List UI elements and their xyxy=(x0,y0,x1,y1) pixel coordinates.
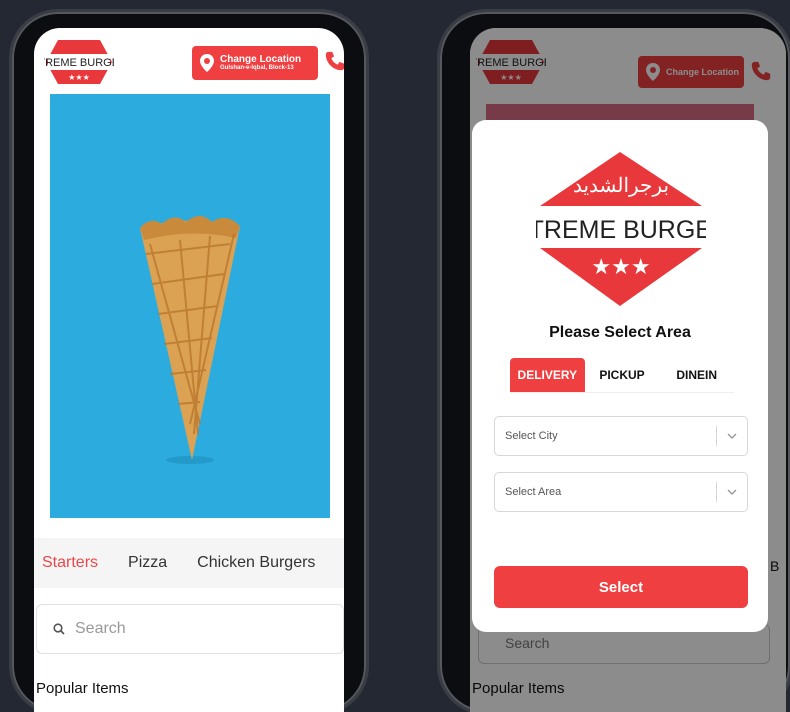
current-location-text: Gulshan-e-Iqbal, Block-13 xyxy=(220,65,294,72)
change-location-label: Change Location xyxy=(220,54,302,66)
xtreme-burger-logo: XTREME BURGER ★★★ xyxy=(44,40,114,84)
search-placeholder: Search xyxy=(75,620,126,637)
order-type-tabs: DELIVERY PICKUP DINEIN xyxy=(510,358,734,393)
section-title-popular-items: Popular Items xyxy=(36,680,129,697)
tab-dinein[interactable]: DINEIN xyxy=(659,358,734,392)
xtreme-burger-logo-large: برجرالشديد XTREME BURGER ★★★ xyxy=(536,152,706,306)
city-select-placeholder: Select City xyxy=(505,430,558,442)
brand-name: XTREME BURGER xyxy=(536,216,706,244)
city-select[interactable]: Select City xyxy=(494,416,748,456)
area-selection-screen: XTREME BURGER ★★★ Change Location Search… xyxy=(470,28,786,712)
chevron-down-icon xyxy=(717,433,747,439)
area-select[interactable]: Select Area xyxy=(494,472,748,512)
phone-frame-left: XTREME BURGER ★★★ Change Location Gulsha… xyxy=(12,12,366,712)
hero-banner-image xyxy=(50,94,330,518)
svg-text:★★★: ★★★ xyxy=(591,254,650,279)
category-tabs: Starters Pizza Chicken Burgers xyxy=(34,538,344,588)
category-tab-starters[interactable]: Starters xyxy=(42,554,98,572)
select-button[interactable]: Select xyxy=(494,566,748,608)
svg-text:XTREME BURGER: XTREME BURGER xyxy=(44,57,114,69)
location-pin-icon xyxy=(200,54,214,72)
change-location-button[interactable]: Change Location Gulshan-e-Iqbal, Block-1… xyxy=(192,46,318,80)
search-input[interactable]: Search xyxy=(36,604,344,654)
svg-text:★★★: ★★★ xyxy=(68,73,90,82)
brand-arabic-name: برجرالشديد xyxy=(573,175,669,197)
phone-frame-right: XTREME BURGER ★★★ Change Location Search… xyxy=(440,12,790,712)
tab-pickup[interactable]: PICKUP xyxy=(585,358,660,392)
area-select-placeholder: Select Area xyxy=(505,486,562,498)
modal-title: Please Select Area xyxy=(549,324,691,341)
category-tab-chicken-burgers[interactable]: Chicken Burgers xyxy=(197,554,315,572)
search-icon xyxy=(53,623,65,635)
phone-call-icon[interactable] xyxy=(324,50,344,72)
chevron-down-icon xyxy=(717,489,747,495)
category-tab-pizza[interactable]: Pizza xyxy=(128,554,167,572)
select-area-modal: برجرالشديد XTREME BURGER ★★★ Please Sele… xyxy=(472,120,768,632)
tab-delivery[interactable]: DELIVERY xyxy=(510,358,585,392)
home-screen: XTREME BURGER ★★★ Change Location Gulsha… xyxy=(34,28,344,712)
